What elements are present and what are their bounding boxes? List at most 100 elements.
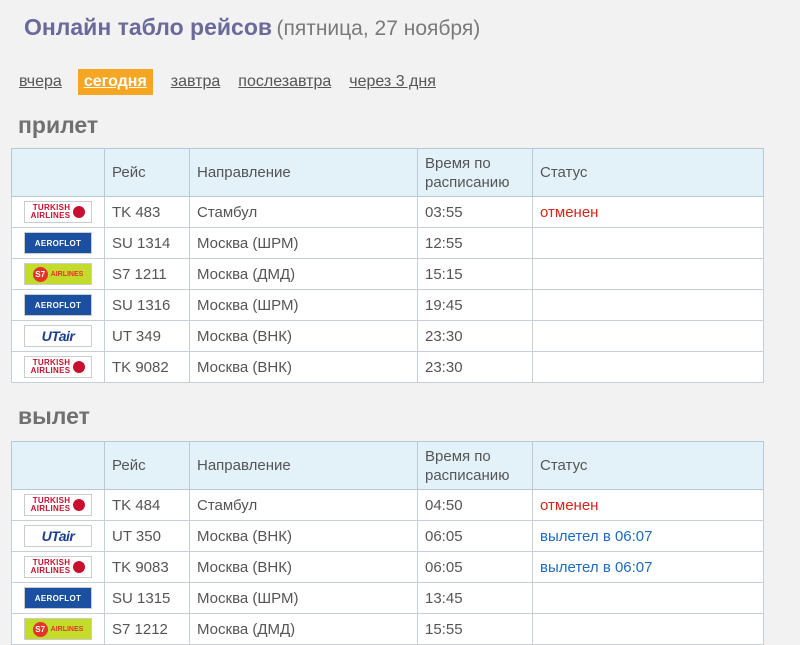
aeroflot-logo-icon: AEROFLOT (24, 232, 92, 254)
aeroflot-wordmark: AEROFLOT (34, 238, 82, 248)
day-selector: вчера сегодня завтра послезавтра через 3… (19, 69, 454, 95)
airline-logo-cell: TURKISH AIRLINES (11, 196, 105, 228)
airline-logo-cell: AEROFLOT (11, 582, 105, 614)
airline-logo-cell: S7 AIRLINES (11, 258, 105, 290)
status-column-header: Статус (532, 148, 764, 197)
flight-number: TK 9082 (104, 351, 190, 383)
flight-number: SU 1316 (104, 289, 190, 321)
flight-direction: Москва (ШРМ) (189, 227, 418, 259)
scheduled-time: 13:45 (417, 582, 533, 614)
flight-number: UT 350 (104, 520, 190, 552)
airline-logo-cell: TURKISH AIRLINES (11, 551, 105, 583)
flight-direction: Москва (ВНК) (189, 551, 418, 583)
flight-status: отменен (532, 196, 764, 228)
direction-column-header: Направление (189, 148, 418, 197)
status-column-header: Статус (532, 441, 764, 490)
turkish-airlines-line2: AIRLINES (30, 504, 71, 513)
flight-column-header: Рейс (104, 441, 190, 490)
turkish-airlines-bird-icon (73, 361, 86, 373)
flight-row: S7 AIRLINES S7 1211 Москва (ДМД) 15:15 (11, 258, 764, 290)
airline-logo-cell: AEROFLOT (11, 227, 105, 259)
s7-badge-icon: S7 (32, 266, 48, 282)
flight-status (532, 320, 764, 352)
turkish-airlines-bird-icon (73, 499, 86, 511)
arrivals-table: Рейс Направление Время по расписанию Ста… (11, 148, 764, 383)
table-header-row: Рейс Направление Время по расписанию Ста… (11, 441, 764, 490)
flight-status: вылетел в 06:07 (532, 551, 764, 583)
flight-row: UTair UT 350 Москва (ВНК) 06:05 вылетел в 06… (11, 520, 764, 552)
airline-logo-cell: TURKISH AIRLINES (11, 489, 105, 521)
flight-direction: Москва (ДМД) (189, 258, 418, 290)
flight-column-header: Рейс (104, 148, 190, 197)
scheduled-time: 12:55 (417, 227, 533, 259)
flight-number: SU 1315 (104, 582, 190, 614)
airline-logo-cell: UTair (11, 320, 105, 352)
turkish-airlines-line2: AIRLINES (30, 366, 71, 375)
direction-column-header: Направление (189, 441, 418, 490)
day-link-tomorrow[interactable]: завтра (171, 69, 221, 95)
airline-logo-cell: TURKISH AIRLINES (11, 351, 105, 383)
flight-direction: Стамбул (189, 196, 418, 228)
utair-wordmark: UTair (41, 328, 75, 344)
flight-row: TURKISH AIRLINES TK 484 Стамбул 04:50 отменен (11, 489, 764, 521)
flight-number: TK 9083 (104, 551, 190, 583)
flight-direction: Москва (ШРМ) (189, 289, 418, 321)
turkish-airlines-wordmark: TURKISH AIRLINES (31, 497, 71, 513)
flight-status: вылетел в 06:07 (532, 520, 764, 552)
page-header: Онлайн табло рейсов (пятница, 27 ноября) (24, 14, 480, 41)
flight-number: TK 484 (104, 489, 190, 521)
utair-logo-icon: UTair (24, 325, 92, 347)
time-column-header: Время по расписанию (417, 148, 533, 197)
turkish-airlines-wordmark: TURKISH AIRLINES (31, 204, 71, 220)
day-link-day-after-tomorrow[interactable]: послезавтра (238, 69, 331, 95)
flight-number: SU 1314 (104, 227, 190, 259)
s7-airlines-logo-icon: S7 AIRLINES (24, 263, 92, 285)
airline-logo-cell: AEROFLOT (11, 289, 105, 321)
turkish-airlines-wordmark: TURKISH AIRLINES (31, 359, 71, 375)
flight-direction: Москва (ВНК) (189, 351, 418, 383)
turkish-airlines-line2: AIRLINES (30, 211, 71, 220)
scheduled-time: 04:50 (417, 489, 533, 521)
flight-status (532, 289, 764, 321)
scheduled-time: 15:15 (417, 258, 533, 290)
turkish-airlines-line2: AIRLINES (30, 566, 71, 575)
flight-row: TURKISH AIRLINES TK 9082 Москва (ВНК) 23:30 (11, 351, 764, 383)
utair-wordmark: UTair (41, 528, 75, 544)
aeroflot-logo-icon: AEROFLOT (24, 294, 92, 316)
s7-airlines-logo-icon: S7 AIRLINES (24, 618, 92, 640)
departures-table: Рейс Направление Время по расписанию Ста… (11, 441, 764, 645)
page-date: (пятница, 27 ноября) (276, 17, 481, 40)
s7-wordmark: AIRLINES (50, 270, 84, 278)
aeroflot-wordmark: AEROFLOT (34, 300, 82, 310)
departures-title: вылет (18, 403, 90, 429)
flight-row: AEROFLOT SU 1316 Москва (ШРМ) 19:45 (11, 289, 764, 321)
airline-column-header (11, 441, 105, 490)
page-title: Онлайн табло рейсов (24, 14, 273, 40)
turkish-airlines-logo-icon: TURKISH AIRLINES (24, 356, 92, 378)
airline-column-header (11, 148, 105, 197)
flight-status: отменен (532, 489, 764, 521)
turkish-airlines-logo-icon: TURKISH AIRLINES (24, 494, 92, 516)
flight-number: S7 1211 (104, 258, 190, 290)
aeroflot-wordmark: AEROFLOT (34, 593, 82, 603)
flight-row: TURKISH AIRLINES TK 9083 Москва (ВНК) 06:05 в… (11, 551, 764, 583)
flight-row: AEROFLOT SU 1314 Москва (ШРМ) 12:55 (11, 227, 764, 259)
flight-number: UT 349 (104, 320, 190, 352)
flight-row: UTair UT 349 Москва (ВНК) 23:30 (11, 320, 764, 352)
s7-wordmark: AIRLINES (50, 625, 84, 633)
arrivals-title: прилет (18, 112, 99, 138)
scheduled-time: 19:45 (417, 289, 533, 321)
flight-row: AEROFLOT SU 1315 Москва (ШРМ) 13:45 (11, 582, 764, 614)
flight-status (532, 351, 764, 383)
day-link-in-3-days[interactable]: через 3 дня (349, 69, 436, 95)
flight-direction: Стамбул (189, 489, 418, 521)
day-link-yesterday[interactable]: вчера (19, 69, 62, 95)
turkish-airlines-bird-icon (73, 561, 86, 573)
flight-direction: Москва (ВНК) (189, 320, 418, 352)
scheduled-time: 06:05 (417, 551, 533, 583)
turkish-airlines-bird-icon (73, 206, 86, 218)
scheduled-time: 03:55 (417, 196, 533, 228)
table-header-row: Рейс Направление Время по расписанию Ста… (11, 148, 764, 197)
day-link-today[interactable]: сегодня (77, 69, 153, 95)
aeroflot-logo-icon: AEROFLOT (24, 587, 92, 609)
